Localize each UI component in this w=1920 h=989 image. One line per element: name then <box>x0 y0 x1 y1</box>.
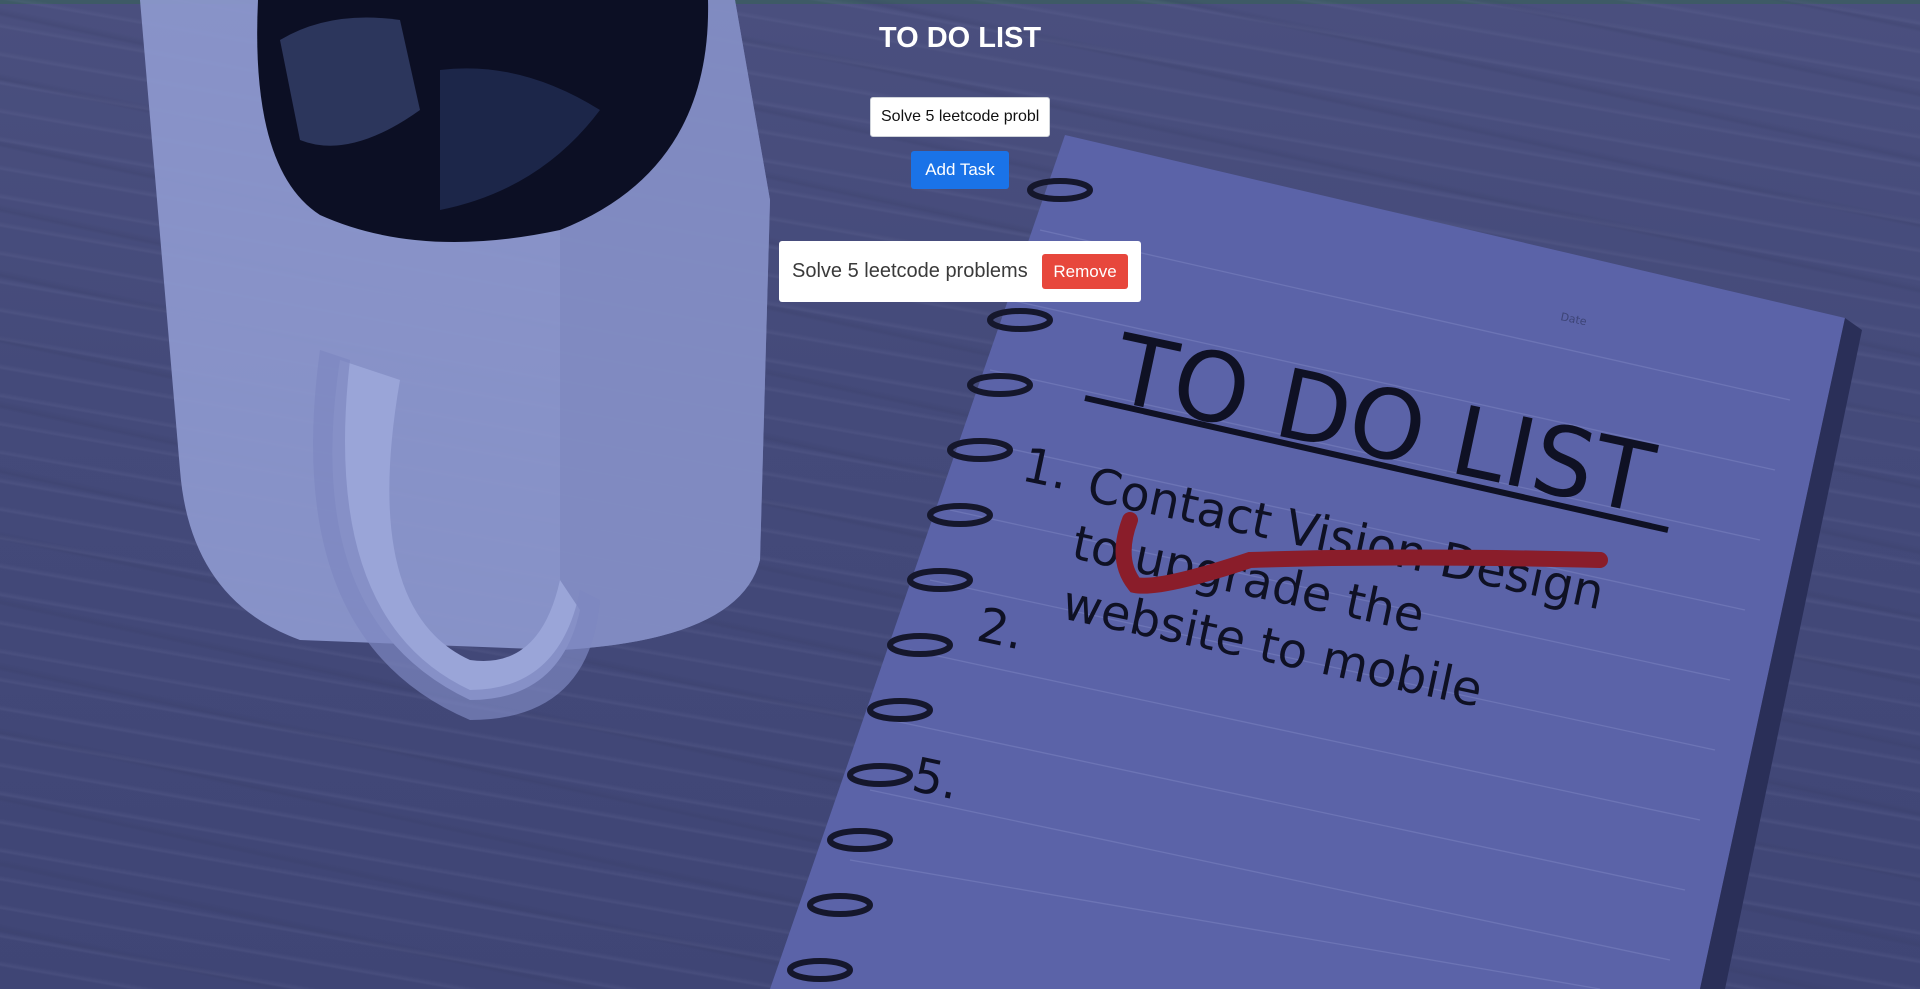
task-text: Solve 5 leetcode problems <box>792 260 1028 282</box>
task-item: Solve 5 leetcode problems Remove <box>779 241 1141 302</box>
app-title: TO DO LIST <box>878 22 1042 54</box>
coffee-mug-illustration <box>140 0 770 720</box>
page: TO DO LIST 1. Contact Vision Design to u… <box>0 0 1920 989</box>
background-photo: TO DO LIST 1. Contact Vision Design to u… <box>140 0 1862 989</box>
remove-task-button[interactable]: Remove <box>1042 254 1128 289</box>
add-task-button[interactable]: Add Task <box>911 151 1009 189</box>
task-input[interactable] <box>870 97 1050 137</box>
task-list: Solve 5 leetcode problems Remove <box>0 241 1920 302</box>
